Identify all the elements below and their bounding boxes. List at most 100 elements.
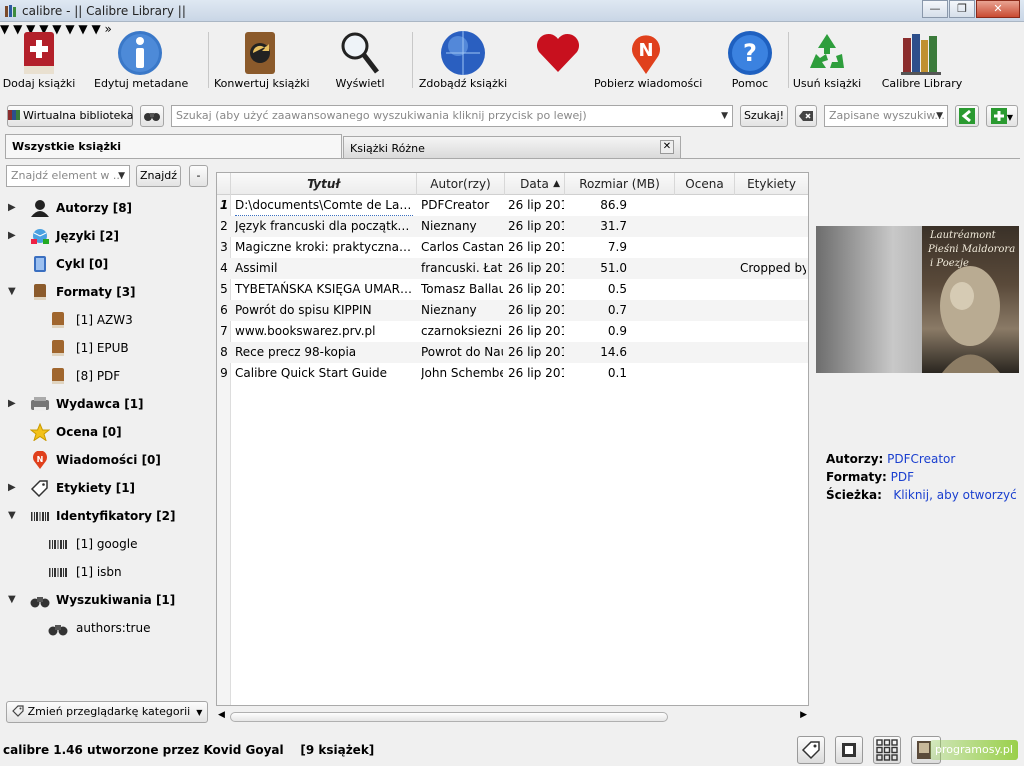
search-button[interactable]: Szukaj!	[740, 105, 788, 127]
tree-item-news[interactable]: N Wiadomości [0]	[8, 449, 208, 471]
cell-title[interactable]: Język francuski dla początkujących	[235, 216, 413, 237]
cell-rating[interactable]	[679, 258, 733, 279]
cell-rating[interactable]	[679, 279, 733, 300]
search-input[interactable]: Szukaj (aby użyć zaawansowanego wyszukiw…	[171, 105, 733, 127]
column-header-rating[interactable]: Ocena	[675, 173, 735, 195]
cell-author[interactable]: PDFCreator	[421, 195, 503, 216]
tree-item-identifiers[interactable]: ▼ Identyfikatory [2]	[8, 505, 208, 527]
cover-browser-toggle-button[interactable]	[835, 736, 863, 764]
search-history-dropdown[interactable]: ▼	[721, 106, 728, 126]
cell-author[interactable]: Carlos Castaneda	[421, 237, 503, 258]
cell-date[interactable]: 26 lip 2014	[508, 279, 564, 300]
tree-item-series[interactable]: Cykl [0]	[8, 253, 208, 275]
cell-date[interactable]: 26 lip 2014	[508, 363, 564, 384]
collapse-button[interactable]: -	[189, 165, 208, 187]
grid-view-toggle-button[interactable]	[873, 736, 901, 764]
cell-author[interactable]: Powrot do Nauki	[421, 342, 503, 363]
tree-item-identifier-google[interactable]: [1] google	[28, 533, 208, 555]
column-header-title[interactable]: Tytuł	[231, 173, 417, 195]
tree-item-languages[interactable]: ▶ Języki [2]	[8, 225, 208, 247]
table-row[interactable]: 6 Powrót do spisu KIPPIN Nieznany 26 lip 20…	[217, 300, 808, 321]
table-row[interactable]: 8 Rece precz 98-kopia Powrot do Nauki26 li…	[217, 342, 808, 363]
advanced-search-button[interactable]	[140, 105, 164, 127]
add-books-button[interactable]: Dodaj książki	[0, 22, 78, 98]
remove-dropdown[interactable]: ▼	[78, 22, 87, 36]
tree-item-formats[interactable]: ▼ Formaty [3]	[8, 281, 208, 303]
scrollbar-thumb[interactable]	[230, 712, 668, 722]
table-row[interactable]: 2 Język francuski dla początkujących Niezn…	[217, 216, 808, 237]
maximize-button[interactable]: ❐	[949, 0, 975, 18]
tree-item-authors[interactable]: ▶ Autorzy [8]	[8, 197, 208, 219]
cell-size[interactable]: 51.0	[565, 258, 627, 279]
cell-tags[interactable]	[740, 279, 806, 300]
cell-date[interactable]: 26 lip 2014	[508, 342, 564, 363]
cell-title[interactable]: TYBETAŃSKA KSIĘGA UMARŁYCH	[235, 279, 413, 300]
cell-tags[interactable]	[740, 195, 806, 216]
expand-arrow-icon[interactable]: ▼	[8, 589, 20, 611]
author-link[interactable]: PDFCreator	[887, 452, 955, 466]
cell-tags[interactable]	[740, 300, 806, 321]
cell-tags[interactable]	[740, 216, 806, 237]
change-category-browser-button[interactable]: Zmień przeglądarkę kategorii ▼	[6, 701, 208, 723]
cell-rating[interactable]	[679, 237, 733, 258]
cell-tags[interactable]	[740, 342, 806, 363]
tree-item-format-azw3[interactable]: [1] AZW3	[28, 309, 208, 331]
format-link[interactable]: PDF	[891, 470, 914, 484]
cell-date[interactable]: 26 lip 2014	[508, 321, 564, 342]
tree-item-rating[interactable]: Ocena [0]	[8, 421, 208, 443]
cell-size[interactable]: 0.7	[565, 300, 627, 321]
scroll-left-icon[interactable]: ◀	[218, 710, 225, 720]
column-header-author[interactable]: Autor(rzy)	[417, 173, 505, 195]
cell-title[interactable]: D:\documents\Comte de Lautréamont - Pieś…	[235, 195, 413, 216]
cell-title[interactable]: Magiczne kroki: praktyczna wiedza	[235, 237, 413, 258]
cell-rating[interactable]	[679, 300, 733, 321]
minimize-button[interactable]: —	[922, 0, 948, 18]
tab-all-books[interactable]: Wszystkie książki	[5, 134, 342, 159]
convert-books-button[interactable]: Konwertuj książki	[214, 22, 310, 98]
cell-author[interactable]: Tomasz Ballaun	[421, 279, 503, 300]
column-header-size[interactable]: Rozmiar (MB)	[565, 173, 675, 195]
edit-metadata-button[interactable]: Edytuj metadane	[94, 22, 188, 98]
virtual-library-button[interactable]: Wirtualna biblioteka	[7, 105, 133, 127]
cell-author[interactable]: czarnoksieznik	[421, 321, 503, 342]
tree-item-searches[interactable]: ▼ Wyszukiwania [1]	[8, 589, 208, 611]
cell-rating[interactable]	[679, 195, 733, 216]
tag-browser-toggle-button[interactable]	[797, 736, 825, 764]
cell-date[interactable]: 26 lip 2014	[508, 258, 564, 279]
help-button[interactable]: ? Pomoc	[720, 22, 780, 98]
clear-search-button[interactable]	[795, 105, 817, 127]
scroll-right-icon[interactable]: ▶	[800, 710, 807, 720]
cell-size[interactable]: 86.9	[565, 195, 627, 216]
cell-tags[interactable]	[740, 321, 806, 342]
cell-title[interactable]: Rece precz 98-kopia	[235, 342, 413, 363]
table-row[interactable]: 7 www.bookswarez.prv.pl czarnoksieznik 26 l…	[217, 321, 808, 342]
expand-arrow-icon[interactable]: ▶	[8, 393, 20, 415]
cell-date[interactable]: 26 lip 2014	[508, 237, 564, 258]
cell-date[interactable]: 26 lip 2014	[508, 195, 564, 216]
column-header-date[interactable]: Data ▲	[505, 173, 565, 195]
tree-item-search-authors[interactable]: authors:true	[28, 617, 208, 639]
cell-rating[interactable]	[679, 216, 733, 237]
cell-author[interactable]: francuski. Łatwo i przyjemnie	[421, 258, 503, 279]
expand-arrow-icon[interactable]: ▶	[8, 197, 20, 219]
cell-size[interactable]: 0.5	[565, 279, 627, 300]
cell-size[interactable]: 31.7	[565, 216, 627, 237]
close-window-button[interactable]: ✕	[976, 0, 1020, 18]
tab-misc-books[interactable]: Książki Różne ✕	[343, 136, 681, 158]
column-header-tags[interactable]: Etykiety	[735, 173, 808, 195]
cell-title[interactable]: Calibre Quick Start Guide	[235, 363, 413, 384]
find-item-dropdown[interactable]: ▼	[118, 166, 125, 186]
cell-size[interactable]: 0.1	[565, 363, 627, 384]
cell-size[interactable]: 0.9	[565, 321, 627, 342]
table-row[interactable]: 3 Magiczne kroki: praktyczna wiedza Carlos…	[217, 237, 808, 258]
fetch-news-button[interactable]: N Pobierz wiadomości	[594, 22, 702, 98]
tree-item-format-epub[interactable]: [1] EPUB	[28, 337, 208, 359]
view-button[interactable]: Wyświetl	[324, 22, 396, 98]
expand-arrow-icon[interactable]: ▶	[8, 477, 20, 499]
cell-title[interactable]: Powrót do spisu KIPPIN	[235, 300, 413, 321]
copy-search-button[interactable]	[955, 105, 979, 127]
remove-books-button[interactable]: Usuń książki	[792, 22, 862, 98]
table-row[interactable]: 4 Assimil francuski. Łatwo i przyjemnie26 …	[217, 258, 808, 279]
table-row[interactable]: 9 Calibre Quick Start Guide John Schember 2…	[217, 363, 808, 384]
cell-tags[interactable]	[740, 363, 806, 384]
